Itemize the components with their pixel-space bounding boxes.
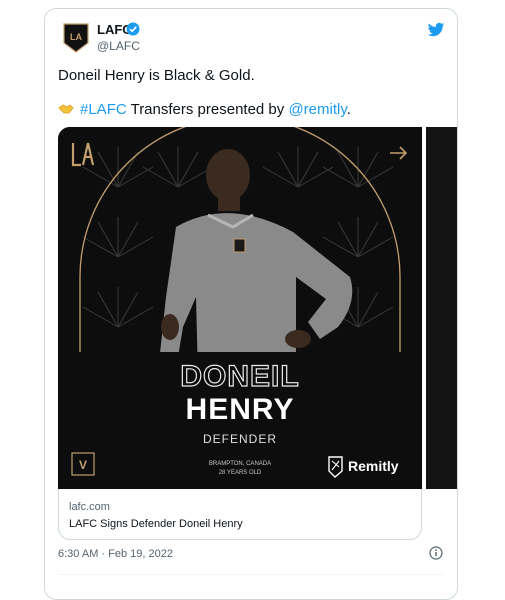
info-icon[interactable] [429,546,443,560]
mention-link[interactable]: @remitly [288,101,346,118]
handshake-icon [58,104,74,114]
position-text: DEFENDER [203,432,277,446]
link-domain: lafc.com [69,501,110,513]
link-preview-card[interactable]: lafc.com LAFC Signs Defender Doneil Henr… [58,489,422,540]
sponsor-text: Remitly [348,458,399,474]
graphic-art: DONEIL HENRY DEFENDER BRAMPTON, CANADA 2… [58,127,422,489]
lafc-logo-icon[interactable]: LA [63,23,89,53]
divider [58,574,444,575]
link-title: LAFC Signs Defender Doneil Henry [69,518,243,530]
tweet-text-line2: #LAFC Transfers presented by @remitly. [58,101,351,118]
tweet-text-line1: Doneil Henry is Black & Gold. [58,67,255,84]
age-text: 28 YEARS OLD [219,470,262,476]
tweet-timestamp[interactable]: 6:30 AM · Feb 19, 2022 [58,548,173,560]
tweet-card[interactable]: LA LAFC @LAFC Doneil Henry is Black & Go… [44,8,458,600]
hashtag-link[interactable]: #LAFC [80,101,127,118]
first-name-text: DONEIL [180,360,299,393]
verified-icon [126,22,140,36]
hometown-text: BRAMPTON, CANADA [209,461,271,467]
v-badge-letter: V [79,458,87,472]
twitter-bird-icon[interactable] [427,21,445,39]
next-media-preview[interactable] [426,127,457,489]
svg-text:LA: LA [70,32,82,42]
last-name-text: HENRY [186,393,295,426]
tweet-text-mid: Transfers presented by [126,101,289,118]
tweet-text-end: . [346,101,351,118]
author-handle[interactable]: @LAFC [97,39,140,53]
player-graphic[interactable]: DONEIL HENRY DEFENDER BRAMPTON, CANADA 2… [58,127,422,489]
